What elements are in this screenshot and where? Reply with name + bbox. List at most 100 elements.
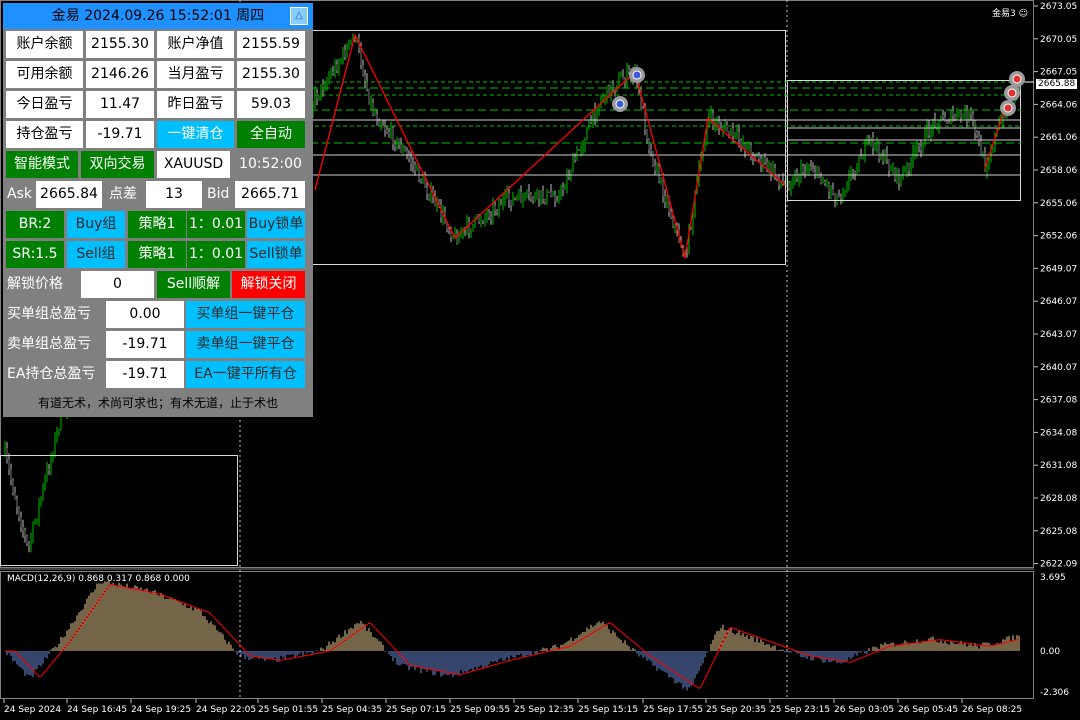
candle-body (964, 110, 966, 115)
candle-body (942, 115, 944, 118)
sell-unlock-button[interactable]: Sell顺解 (157, 271, 230, 298)
candle-body (342, 49, 344, 60)
candle-body (948, 122, 950, 124)
collapse-icon[interactable]: △ (290, 7, 308, 25)
candle-body (748, 145, 750, 147)
candle-body (612, 85, 614, 90)
trade-marker-dot (632, 70, 642, 80)
candle-body (820, 176, 822, 184)
price-tick-label: 2670.05 (1040, 35, 1077, 45)
candle-body (572, 157, 574, 173)
candle-body (412, 163, 414, 165)
candle-body (12, 480, 14, 493)
position-pl-value: -19.71 (86, 121, 154, 148)
candle-body (468, 222, 470, 233)
candle-body (452, 236, 454, 238)
candle-body (530, 193, 532, 199)
candle-body (370, 102, 372, 104)
candle-body (650, 150, 652, 152)
price-tick-label: 2637.08 (1040, 396, 1077, 406)
candle-body (620, 76, 622, 78)
candle-body (508, 192, 510, 201)
candle-body (38, 503, 40, 520)
candle-body (800, 166, 802, 178)
candle-body (328, 77, 330, 81)
candle-body (518, 191, 520, 198)
candle-body (514, 197, 516, 199)
price-tick-label: 2649.07 (1040, 264, 1077, 274)
sr-button[interactable]: SR:1.5 (6, 241, 64, 268)
time-tick-label: 26 Sep 03:05 (834, 705, 894, 715)
candle-body (992, 147, 994, 151)
unlock-price-label: 解锁价格 (3, 271, 75, 298)
candle-body (582, 145, 584, 149)
buy-close-button[interactable]: 买单组一键平仓 (186, 301, 305, 328)
current-price-tag: 2665.88 (1036, 79, 1078, 89)
candle-body (402, 148, 404, 153)
candle-body (550, 191, 552, 196)
ea-close-all-button[interactable]: EA一键平所有仓 (186, 361, 305, 388)
candle-body (484, 215, 486, 222)
candle-body (24, 530, 26, 536)
strategy-buy-button[interactable]: 策略1 (128, 211, 186, 238)
time-tick-label: 24 Sep 2024 (4, 705, 61, 715)
candle-body (360, 48, 362, 66)
symbol-field[interactable]: XAUUSD (157, 151, 230, 178)
price-tick-label: 2673.05 (1040, 2, 1077, 12)
candle-body (316, 92, 318, 99)
candle-body (524, 193, 526, 198)
candle-body (628, 69, 630, 72)
candle-body (908, 163, 910, 172)
close-all-button[interactable]: 一键清仓 (157, 121, 234, 148)
candle-body (814, 172, 816, 174)
unlock-price-input[interactable]: 0 (81, 271, 154, 298)
candle-body (596, 113, 598, 119)
candle-body (746, 145, 748, 150)
sell-close-button[interactable]: 卖单组一键平仓 (186, 331, 305, 358)
candle-body (522, 197, 524, 203)
candle-body (816, 166, 818, 174)
candle-body (10, 469, 12, 481)
strategy-sell-button[interactable]: 策略1 (128, 241, 186, 268)
candle-body (362, 65, 364, 76)
time-tick-label: 25 Sep 20:35 (706, 705, 766, 715)
candle-body (578, 149, 580, 151)
smart-mode-button[interactable]: 智能模式 (6, 151, 78, 178)
candle-body (730, 128, 732, 135)
zigzag-line (314, 33, 786, 259)
sell-group-button[interactable]: Sell组 (67, 241, 125, 268)
candle-body (490, 217, 492, 219)
candle-body (842, 193, 844, 199)
candle-body (50, 456, 52, 470)
candle-body (744, 143, 746, 150)
sell-lock-button[interactable]: Sell锁单 (247, 241, 305, 268)
candle-body (44, 478, 46, 487)
candle-body (320, 84, 322, 97)
buy-lock-button[interactable]: Buy锁单 (247, 211, 305, 238)
candle-body (564, 188, 566, 190)
full-auto-button[interactable]: 全自动 (237, 121, 305, 148)
ratio-sell-field[interactable]: 1：0.01 (187, 241, 245, 268)
ratio-buy-field[interactable]: 1：0.01 (187, 211, 245, 238)
macd-tick-label: 3.695 (1040, 573, 1066, 583)
trade-marker-dot (1012, 74, 1022, 84)
equity-label: 账户净值 (157, 31, 234, 58)
bidirectional-button[interactable]: 双向交易 (81, 151, 154, 178)
candle-body (944, 117, 946, 122)
candle-body (472, 223, 474, 231)
candle-body (898, 169, 900, 184)
buy-group-button[interactable]: Buy组 (67, 211, 125, 238)
candle-body (740, 139, 742, 146)
candle-body (782, 180, 784, 183)
br-button[interactable]: BR:2 (6, 211, 64, 238)
price-tick-label: 2664.06 (1040, 100, 1077, 110)
candle-body (540, 190, 542, 200)
candle-body (946, 121, 948, 123)
candle-body (854, 172, 856, 174)
candle-body (340, 59, 342, 63)
candle-body (806, 168, 808, 174)
candle-body (584, 140, 586, 146)
candle-body (716, 121, 718, 124)
panel-title: 金易 2024.09.26 15:52:01 周四 (3, 3, 313, 29)
unlock-close-button[interactable]: 解锁关闭 (232, 271, 305, 298)
